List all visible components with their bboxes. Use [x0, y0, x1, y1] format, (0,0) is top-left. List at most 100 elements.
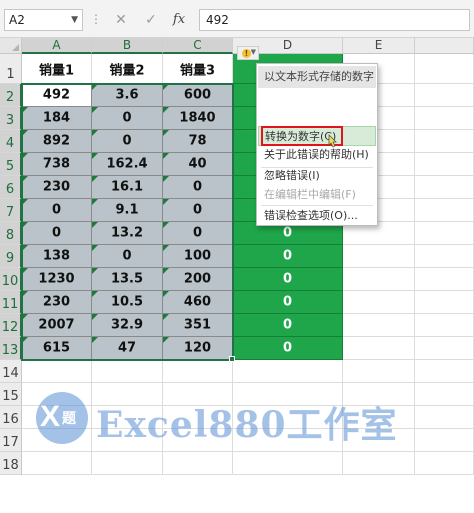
cell[interactable]	[415, 84, 474, 107]
menu-item-ignore-error[interactable]: 忽略错误(I)	[258, 166, 376, 186]
cell[interactable]	[343, 337, 415, 360]
row-header-4[interactable]: 4	[0, 130, 22, 153]
row-header-16[interactable]: 16	[0, 406, 22, 429]
data-cell[interactable]: 9.1	[92, 199, 163, 222]
cell[interactable]	[415, 429, 474, 452]
data-cell[interactable]: 0	[92, 107, 163, 130]
cell[interactable]	[343, 314, 415, 337]
data-cell[interactable]: 0	[22, 222, 92, 245]
data-cell[interactable]: 120	[163, 337, 233, 360]
row-header-9[interactable]: 9	[0, 245, 22, 268]
data-cell[interactable]: 0	[22, 199, 92, 222]
data-cell[interactable]: 138	[22, 245, 92, 268]
data-cell[interactable]: 2007	[22, 314, 92, 337]
row-header-15[interactable]: 15	[0, 383, 22, 406]
cell[interactable]	[233, 360, 343, 383]
select-all-button[interactable]	[0, 38, 22, 54]
data-cell[interactable]: 78	[163, 130, 233, 153]
cell[interactable]	[415, 360, 474, 383]
data-cell[interactable]: 100	[163, 245, 233, 268]
cell[interactable]	[343, 452, 415, 475]
header-cell[interactable]: 销量2	[92, 54, 163, 84]
cell[interactable]	[343, 268, 415, 291]
row-header-2[interactable]: 2	[0, 84, 22, 107]
data-cell[interactable]: 162.4	[92, 153, 163, 176]
data-cell[interactable]: 16.1	[92, 176, 163, 199]
menu-item-convert-to-number[interactable]: 转换为数字(C)	[258, 126, 376, 146]
drag-handle-icon[interactable]: ⋮	[90, 9, 102, 31]
row-header-10[interactable]: 10	[0, 268, 22, 291]
row-header-13[interactable]: 13	[0, 337, 22, 360]
data-cell[interactable]: 892	[22, 130, 92, 153]
cell[interactable]	[343, 291, 415, 314]
cell[interactable]	[415, 222, 474, 245]
data-cell[interactable]: 47	[92, 337, 163, 360]
data-cell[interactable]: 615	[22, 337, 92, 360]
cell[interactable]	[415, 153, 474, 176]
data-cell[interactable]: 0	[163, 176, 233, 199]
data-cell[interactable]: 13.5	[92, 268, 163, 291]
sum-cell[interactable]: 0	[233, 268, 343, 291]
row-header-7[interactable]: 7	[0, 199, 22, 222]
error-check-button[interactable]: ! ▼	[237, 46, 259, 60]
row-header-1[interactable]: 1	[0, 54, 22, 84]
data-cell[interactable]: 600	[163, 84, 233, 107]
row-header-5[interactable]: 5	[0, 153, 22, 176]
cell[interactable]	[233, 452, 343, 475]
cell[interactable]	[415, 245, 474, 268]
cell[interactable]	[163, 452, 233, 475]
enter-button[interactable]: ✓	[138, 9, 164, 31]
data-cell[interactable]: 200	[163, 268, 233, 291]
sum-cell[interactable]: 0	[233, 291, 343, 314]
row-header-11[interactable]: 11	[0, 291, 22, 314]
cell[interactable]	[415, 383, 474, 406]
column-header-e[interactable]: E	[343, 38, 415, 54]
cell[interactable]	[415, 199, 474, 222]
cell[interactable]	[22, 452, 92, 475]
data-cell[interactable]: 230	[22, 291, 92, 314]
cell[interactable]	[415, 291, 474, 314]
column-header-b[interactable]: B	[92, 38, 163, 54]
cell[interactable]	[92, 452, 163, 475]
data-cell[interactable]: 351	[163, 314, 233, 337]
cell[interactable]	[415, 452, 474, 475]
cell[interactable]	[22, 360, 92, 383]
cell[interactable]	[415, 268, 474, 291]
data-cell[interactable]: 738	[22, 153, 92, 176]
cell[interactable]	[92, 360, 163, 383]
cell[interactable]	[415, 337, 474, 360]
data-cell[interactable]: 1840	[163, 107, 233, 130]
row-header-3[interactable]: 3	[0, 107, 22, 130]
fill-handle[interactable]	[229, 356, 235, 362]
data-cell[interactable]: 184	[22, 107, 92, 130]
row-header-18[interactable]: 18	[0, 452, 22, 475]
cell[interactable]	[415, 107, 474, 130]
header-cell[interactable]: 销量1	[22, 54, 92, 84]
row-header-8[interactable]: 8	[0, 222, 22, 245]
row-header-17[interactable]: 17	[0, 429, 22, 452]
cell[interactable]	[415, 314, 474, 337]
sum-cell[interactable]: 0	[233, 245, 343, 268]
data-cell[interactable]: 10.5	[92, 291, 163, 314]
row-header-6[interactable]: 6	[0, 176, 22, 199]
formula-input[interactable]: 492	[199, 9, 470, 31]
menu-item-error-check-options[interactable]: 错误检查选项(O)...	[258, 206, 376, 226]
cell[interactable]	[415, 406, 474, 429]
row-header-12[interactable]: 12	[0, 314, 22, 337]
cell[interactable]	[163, 360, 233, 383]
insert-function-button[interactable]: fx	[166, 9, 192, 31]
row-header-14[interactable]: 14	[0, 360, 22, 383]
name-box[interactable]: A2 ▼	[4, 9, 83, 31]
column-header-c[interactable]: C	[163, 38, 233, 54]
header-cell[interactable]: 销量3	[163, 54, 233, 84]
data-cell[interactable]: 3.6	[92, 84, 163, 107]
data-cell[interactable]: 460	[163, 291, 233, 314]
data-cell[interactable]: 0	[163, 199, 233, 222]
data-cell[interactable]: 40	[163, 153, 233, 176]
column-header-f[interactable]	[415, 38, 474, 54]
data-cell[interactable]: 230	[22, 176, 92, 199]
data-cell[interactable]: 1230	[22, 268, 92, 291]
cell[interactable]	[415, 130, 474, 153]
data-cell[interactable]: 13.2	[92, 222, 163, 245]
cell[interactable]	[343, 360, 415, 383]
